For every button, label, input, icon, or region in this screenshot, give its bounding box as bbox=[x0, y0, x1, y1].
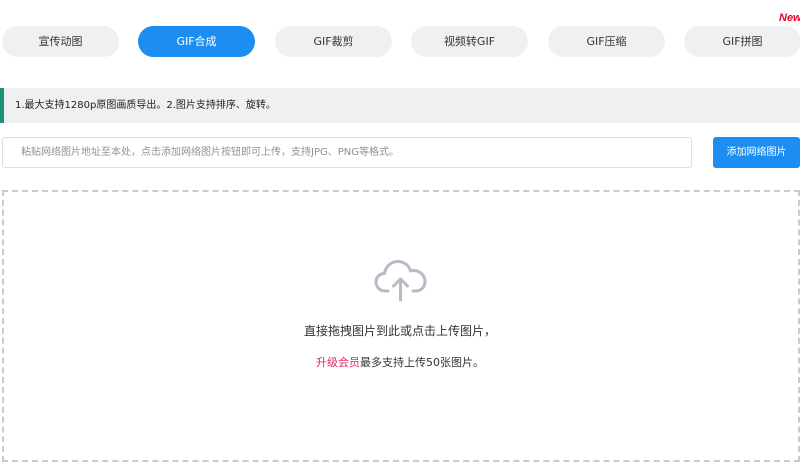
upgrade-vip-link[interactable]: 升级会员 bbox=[316, 356, 360, 369]
tab-gif-crop[interactable]: GIF裁剪 bbox=[275, 26, 392, 57]
add-network-image-button[interactable]: 添加网络图片 bbox=[713, 137, 800, 168]
dropzone-border-bottom bbox=[2, 458, 800, 462]
image-url-input[interactable] bbox=[2, 137, 692, 168]
dropzone-main-text: 直接拖拽图片到此或点击上传图片， bbox=[303, 324, 496, 338]
tab-gif-collage[interactable]: GIF拼图 bbox=[684, 26, 800, 57]
new-badge: New bbox=[779, 12, 800, 24]
tab-video-to-gif[interactable]: 视频转GIF bbox=[411, 26, 528, 57]
notice-banner: 1.最大支持1280p原图画质导出。2.图片支持排序、旋转。 bbox=[0, 88, 800, 123]
upload-limit-text: 最多支持上传50张图片。 bbox=[360, 356, 484, 369]
cloud-upload-icon bbox=[374, 260, 427, 302]
tab-promo-gif[interactable]: 宣传动图 bbox=[2, 26, 119, 57]
tab-bar: 宣传动图 GIF合成 GIF裁剪 视频转GIF GIF压缩 GIF拼图 bbox=[0, 26, 800, 58]
tab-gif-compose[interactable]: GIF合成 bbox=[138, 26, 255, 57]
tab-gif-compress[interactable]: GIF压缩 bbox=[548, 26, 665, 57]
dropzone-sub-text: 升级会员最多支持上传50张图片。 bbox=[0, 354, 800, 370]
